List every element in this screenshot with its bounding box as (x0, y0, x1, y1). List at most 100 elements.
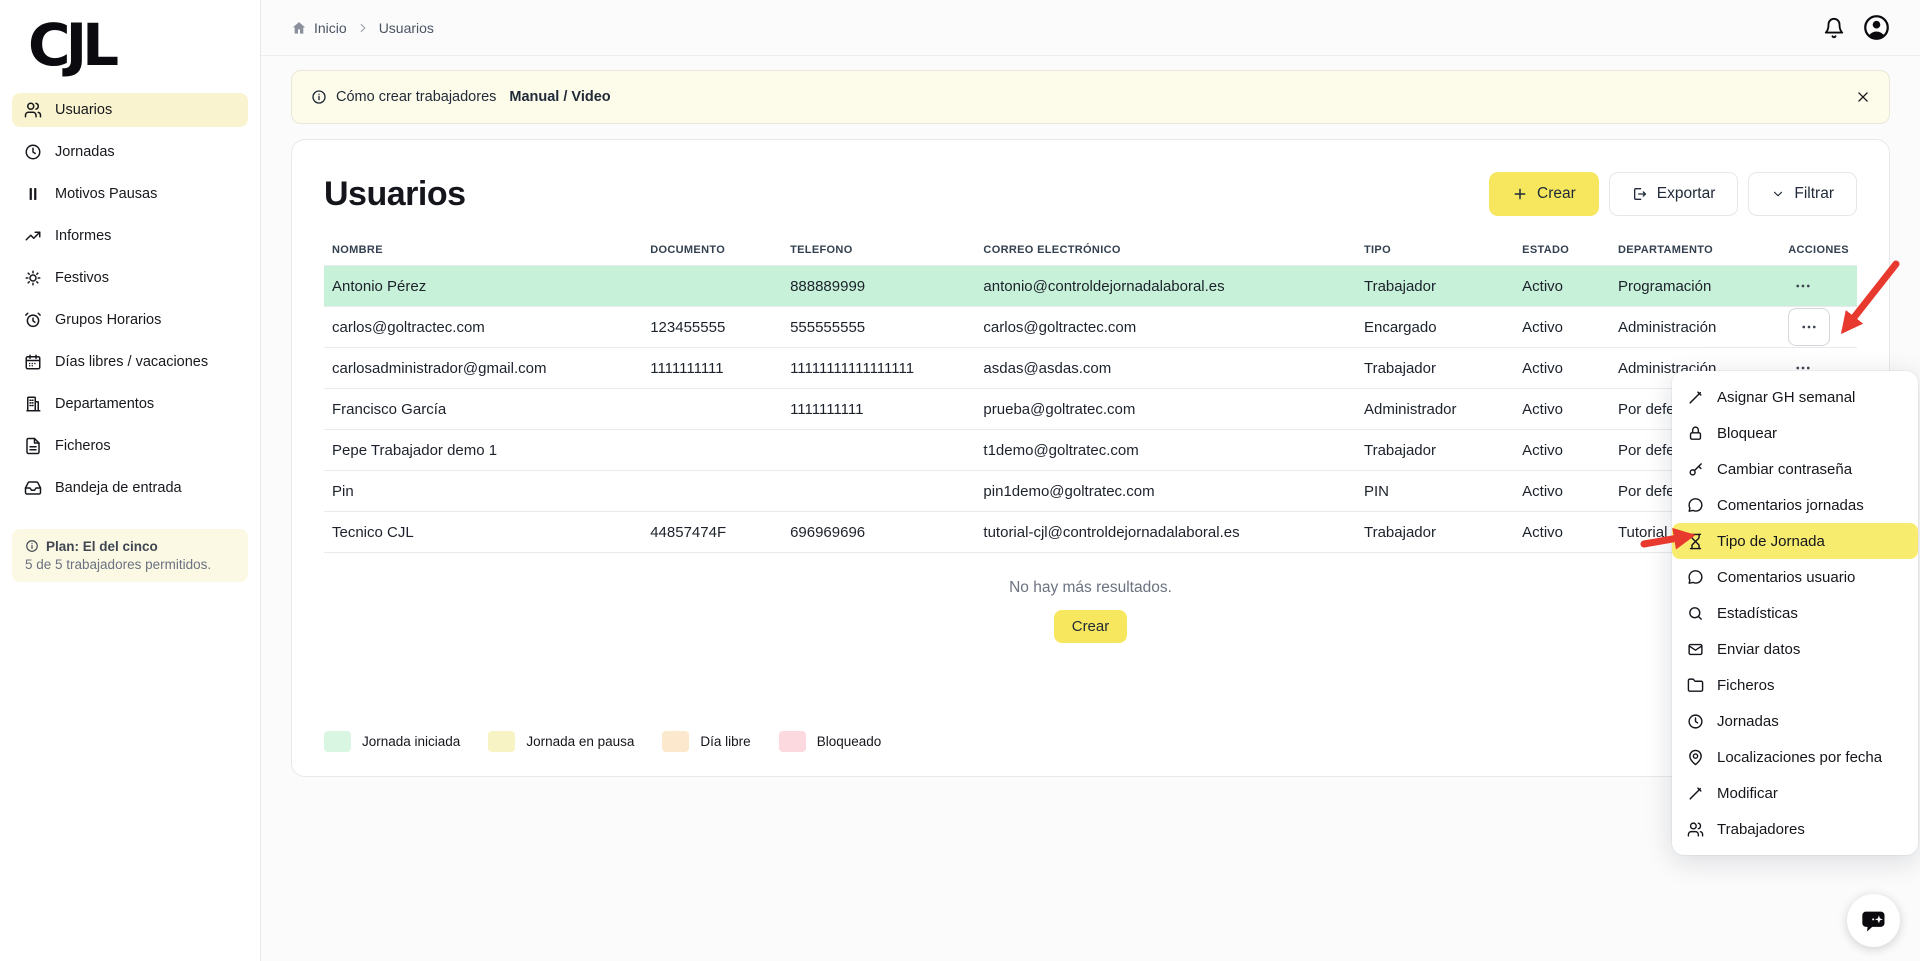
export-icon (1632, 186, 1648, 202)
clock-icon (1687, 713, 1704, 730)
sun-icon (24, 269, 42, 287)
cell-telefono (782, 471, 975, 512)
notifications-bell-button[interactable] (1823, 17, 1845, 39)
legend-item: Jornada iniciada (324, 731, 460, 752)
menu-item-trabajadores[interactable]: Trabajadores (1672, 811, 1918, 847)
no-more-results-text: No hay más resultados. (324, 579, 1857, 597)
sidebar-item-festivos[interactable]: Festivos (12, 261, 248, 295)
cell-departamento: Programación (1610, 266, 1780, 307)
sidebar-item-label: Días libres / vacaciones (55, 354, 208, 370)
key-icon (1687, 461, 1704, 478)
sidebar-item-jornadas[interactable]: Jornadas (12, 135, 248, 169)
legend-item: Jornada en pausa (488, 731, 634, 752)
sidebar-item-label: Informes (55, 228, 111, 244)
cell-nombre: Tecnico CJL (324, 512, 642, 553)
breadcrumb-home[interactable]: Inicio (291, 20, 347, 36)
cell-telefono: 1111111111 (782, 389, 975, 430)
info-icon (25, 539, 39, 553)
create-button[interactable]: Crear (1489, 172, 1599, 216)
cell-estado: Activo (1514, 430, 1610, 471)
status-legend: Jornada iniciada Jornada en pausa Día li… (324, 731, 881, 752)
close-icon[interactable] (1856, 90, 1870, 104)
col-header-acciones: ACCIONES (1780, 234, 1857, 266)
menu-item-comentarios-jornadas[interactable]: Comentarios jornadas (1672, 487, 1918, 523)
page-title: Usuarios (324, 175, 466, 214)
cell-correo: carlos@goltractec.com (975, 307, 1356, 348)
col-header-nombre: NOMBRE (324, 234, 642, 266)
clock-icon (24, 143, 42, 161)
menu-item-estadisticas[interactable]: Estadísticas (1672, 595, 1918, 631)
col-header-correo: CORREO ELECTRÓNICO (975, 234, 1356, 266)
menu-item-tipo-de-jornada[interactable]: Tipo de Jornada (1672, 523, 1918, 559)
banner-text: Cómo crear trabajadores (336, 89, 496, 105)
sidebar-item-bandeja-entrada[interactable]: Bandeja de entrada (12, 471, 248, 505)
user-avatar-button[interactable] (1863, 14, 1890, 41)
legend-swatch-bloqueado (779, 731, 806, 752)
cell-estado: Activo (1514, 266, 1610, 307)
sidebar-item-dias-libres[interactable]: Días libres / vacaciones (12, 345, 248, 379)
table-row: carlos@goltractec.com 123455555 55555555… (324, 307, 1857, 348)
col-header-tipo: TIPO (1356, 234, 1514, 266)
export-button[interactable]: Exportar (1609, 172, 1739, 216)
cell-departamento: Administración (1610, 307, 1780, 348)
calendar-icon (24, 353, 42, 371)
sidebar-item-label: Grupos Horarios (55, 312, 161, 328)
cell-correo: t1demo@goltratec.com (975, 430, 1356, 471)
cell-nombre: carlosadministrador@gmail.com (324, 348, 642, 389)
filter-button[interactable]: Filtrar (1748, 172, 1857, 216)
sidebar-item-label: Motivos Pausas (55, 186, 157, 202)
cell-nombre: Francisco García (324, 389, 642, 430)
menu-item-comentarios-usuario[interactable]: Comentarios usuario (1672, 559, 1918, 595)
create-small-button[interactable]: Crear (1054, 610, 1128, 643)
app-logo[interactable]: CJL (28, 12, 260, 79)
col-header-departamento: DEPARTAMENTO (1610, 234, 1780, 266)
users-icon (1687, 821, 1704, 838)
row-actions-button[interactable] (1788, 273, 1818, 299)
folder-icon (1687, 677, 1704, 694)
cell-estado: Activo (1514, 307, 1610, 348)
cell-estado: Activo (1514, 512, 1610, 553)
cell-tipo: Trabajador (1356, 512, 1514, 553)
cell-nombre: Antonio Pérez (324, 266, 642, 307)
breadcrumb-current[interactable]: Usuarios (379, 20, 434, 36)
table-row: Tecnico CJL 44857474F 696969696 tutorial… (324, 512, 1857, 553)
support-chat-button[interactable] (1847, 894, 1900, 947)
menu-item-jornadas[interactable]: Jornadas (1672, 703, 1918, 739)
banner-manual-video-links[interactable]: Manual / Video (509, 89, 610, 105)
sidebar-item-label: Jornadas (55, 144, 115, 160)
col-header-estado: ESTADO (1514, 234, 1610, 266)
sidebar-item-label: Usuarios (55, 102, 112, 118)
sidebar-item-usuarios[interactable]: Usuarios (12, 93, 248, 127)
sidebar: CJL Usuarios Jornadas Motivos Pausas Inf… (0, 0, 261, 961)
cell-documento (642, 266, 782, 307)
cell-tipo: PIN (1356, 471, 1514, 512)
cell-correo: asdas@asdas.com (975, 348, 1356, 389)
inbox-icon (24, 479, 42, 497)
lock-icon (1687, 425, 1704, 442)
sidebar-item-ficheros[interactable]: Ficheros (12, 429, 248, 463)
cell-documento (642, 471, 782, 512)
menu-item-bloquear[interactable]: Bloquear (1672, 415, 1918, 451)
menu-item-modificar[interactable]: Modificar (1672, 775, 1918, 811)
menu-item-localizaciones-por-fecha[interactable]: Localizaciones por fecha (1672, 739, 1918, 775)
plan-title: Plan: El del cinco (46, 539, 158, 554)
menu-item-enviar-datos[interactable]: Enviar datos (1672, 631, 1918, 667)
cell-tipo: Encargado (1356, 307, 1514, 348)
menu-item-asignar-gh-semanal[interactable]: Asignar GH semanal (1672, 379, 1918, 415)
plus-icon (1512, 186, 1528, 202)
pause-icon (24, 185, 42, 203)
sidebar-item-grupos-horarios[interactable]: Grupos Horarios (12, 303, 248, 337)
trending-up-icon (24, 227, 42, 245)
cell-estado: Activo (1514, 389, 1610, 430)
menu-item-ficheros[interactable]: Ficheros (1672, 667, 1918, 703)
cell-nombre: Pin (324, 471, 642, 512)
sidebar-item-motivos-pausas[interactable]: Motivos Pausas (12, 177, 248, 211)
breadcrumb: Inicio Usuarios (291, 20, 434, 36)
cell-telefono (782, 430, 975, 471)
row-actions-button-open[interactable] (1788, 308, 1830, 346)
cell-documento: 1111111111 (642, 348, 782, 389)
menu-item-cambiar-contrasena[interactable]: Cambiar contraseña (1672, 451, 1918, 487)
legend-swatch-jornada-iniciada (324, 731, 351, 752)
sidebar-item-informes[interactable]: Informes (12, 219, 248, 253)
sidebar-item-departamentos[interactable]: Departamentos (12, 387, 248, 421)
